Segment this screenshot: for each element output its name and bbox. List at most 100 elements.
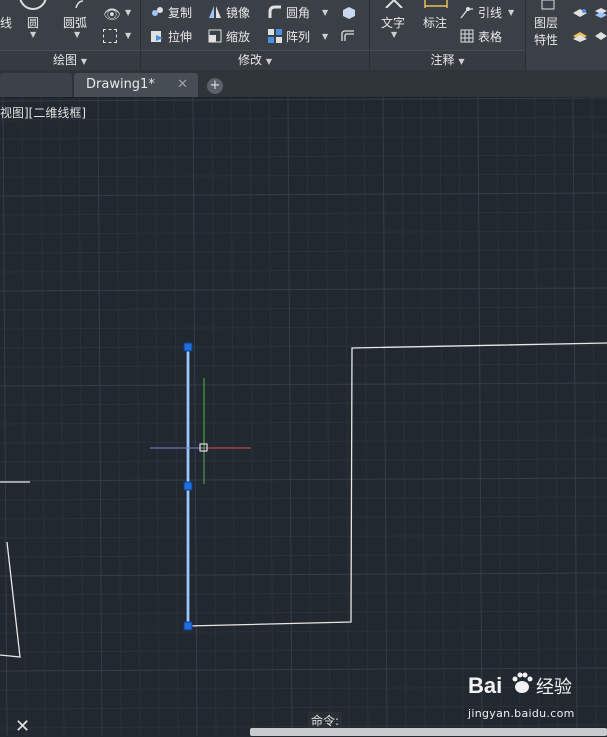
fillet-button[interactable]: 圆角 ▼ — [268, 2, 328, 22]
grid-line-minor — [268, 97, 274, 736]
boundary-icon — [103, 29, 117, 43]
scale-label: 缩放 — [226, 29, 251, 44]
tab-drawing1[interactable]: Drawing1* ✕ — [74, 73, 198, 97]
watermark-brand: Bai — [468, 673, 502, 698]
arc-icon — [75, 0, 84, 9]
fillet-label: 圆角 — [286, 5, 311, 20]
grid-line-minor — [0, 515, 607, 520]
grip-handle[interactable] — [183, 481, 193, 491]
grid-line-minor — [154, 97, 160, 736]
arc-dropdown-caret[interactable]: ▼ — [74, 30, 80, 39]
viewport-controls-label[interactable]: 视图][二维线框] — [0, 104, 86, 121]
draw-panel-title[interactable]: 绘图 ▼ — [0, 50, 140, 70]
drawn-polyline[interactable] — [0, 541, 21, 658]
dimension-button[interactable]: 标注 — [420, 0, 454, 48]
arc-button[interactable]: 圆弧 ▼ — [60, 0, 96, 46]
tab-previous[interactable] — [0, 73, 72, 97]
layer-stack-icon — [595, 8, 607, 18]
fillet-caret: ▼ — [322, 7, 329, 17]
grip-handle[interactable] — [183, 621, 193, 631]
grid-line-major — [2, 97, 8, 736]
layer-tool-4[interactable] — [594, 27, 607, 46]
hatch-button[interactable]: 👁 ▼ — [103, 4, 133, 23]
drawing-viewport[interactable] — [0, 97, 607, 736]
dimension-icon — [424, 0, 448, 8]
grid-line-minor — [0, 230, 607, 235]
grid-line-minor — [0, 534, 607, 539]
close-icon[interactable]: ✕ — [177, 73, 188, 97]
grid-line-major — [477, 97, 483, 736]
boundary-button[interactable]: ▼ — [103, 27, 133, 45]
grid-line-minor — [0, 439, 607, 444]
mirror-label: 镜像 — [226, 5, 251, 20]
copy-label: 复制 — [168, 5, 193, 20]
grid-line-minor — [420, 97, 426, 736]
grid-line-minor — [306, 97, 312, 736]
grid-line-major — [0, 382, 607, 387]
array-button[interactable]: 阵列 ▼ — [268, 26, 328, 46]
baidu-logo-icon: Bai 经验 — [468, 672, 572, 698]
layer-properties-button[interactable]: 图层 特性 — [530, 0, 566, 48]
grid-line-major — [0, 192, 607, 197]
copy-button[interactable]: 复制 — [150, 2, 192, 22]
grid-line-minor — [0, 496, 607, 501]
drawing-canvas[interactable] — [0, 97, 607, 736]
leader-label: 引线 — [478, 5, 503, 20]
grid-line-minor — [515, 97, 521, 736]
modify-panel-title-text: 修改 — [238, 53, 263, 67]
grip-handle[interactable] — [183, 342, 193, 352]
grid-line-major — [0, 287, 607, 292]
grid-line-minor — [458, 97, 464, 736]
leader-caret: ▼ — [508, 7, 515, 17]
grid-line-minor — [0, 420, 607, 425]
draw-panel-title-text: 绘图 — [53, 53, 78, 67]
new-tab-button[interactable]: + — [207, 78, 223, 94]
grid-line-major — [192, 97, 198, 736]
copy-icon — [150, 5, 164, 19]
grid-line-minor — [0, 344, 607, 349]
offset-button[interactable] — [340, 26, 354, 46]
mirror-button[interactable]: 镜像 — [208, 2, 250, 22]
leader-button[interactable]: 引线 ▼ — [460, 2, 514, 22]
ribbon: 线 圆 ▼ 圆弧 ▼ 👁 ▼ ▼ 绘图 ▼ 复制 镜像 圆角 ▼ 拉伸 缩放 阵… — [0, 0, 607, 71]
watermark-url: jingyan.baidu.com — [468, 707, 575, 720]
command-line-input[interactable] — [250, 728, 607, 736]
table-button[interactable]: 表格 — [460, 26, 502, 46]
layer-match-icon — [573, 32, 587, 42]
tab-drawing1-label: Drawing1* — [86, 77, 155, 92]
annotation-panel-title[interactable]: 注释 ▼ — [370, 50, 525, 70]
modify-panel-title[interactable]: 修改 ▼ — [141, 50, 369, 70]
grid-line-minor — [401, 97, 407, 736]
grid-line-minor — [363, 97, 369, 736]
grid-line-minor — [116, 97, 122, 736]
layer-tool-2[interactable] — [594, 4, 607, 23]
grid-line-major — [0, 477, 607, 482]
grid-line-major — [287, 97, 293, 736]
layer-tool-3[interactable] — [572, 27, 588, 46]
table-label: 表格 — [478, 29, 503, 44]
circle-icon — [19, 0, 47, 10]
ucs-close-icon[interactable]: ✕ — [15, 716, 30, 737]
layer-tool-1[interactable] — [572, 4, 588, 23]
circle-button[interactable]: 圆 ▼ — [18, 0, 48, 39]
drawn-polyline[interactable] — [187, 342, 607, 627]
annotation-panel-caret: ▼ — [458, 57, 465, 66]
layer-iso-icon — [595, 32, 607, 40]
text-caret: ▼ — [391, 30, 398, 39]
dimension-label: 标注 — [423, 16, 448, 30]
array-caret: ▼ — [322, 31, 329, 41]
boundary-caret: ▼ — [125, 31, 132, 40]
text-button[interactable]: 文字 ▼ — [378, 0, 410, 48]
scale-icon — [208, 29, 222, 43]
circle-dropdown-caret[interactable]: ▼ — [30, 30, 36, 39]
stretch-button[interactable]: 拉伸 — [150, 26, 192, 46]
polyline-button-label[interactable]: 线 — [0, 14, 12, 31]
grid-line-minor — [135, 97, 141, 736]
grid-line-minor — [0, 610, 607, 615]
grid-line-minor — [0, 648, 607, 653]
document-tab-bar: Drawing1* ✕ + — [0, 70, 607, 98]
scale-button[interactable]: 缩放 — [208, 26, 250, 46]
grid-line-major — [382, 97, 388, 736]
watermark-brand-cn: 经验 — [536, 677, 572, 698]
explode-button[interactable] — [340, 2, 355, 22]
